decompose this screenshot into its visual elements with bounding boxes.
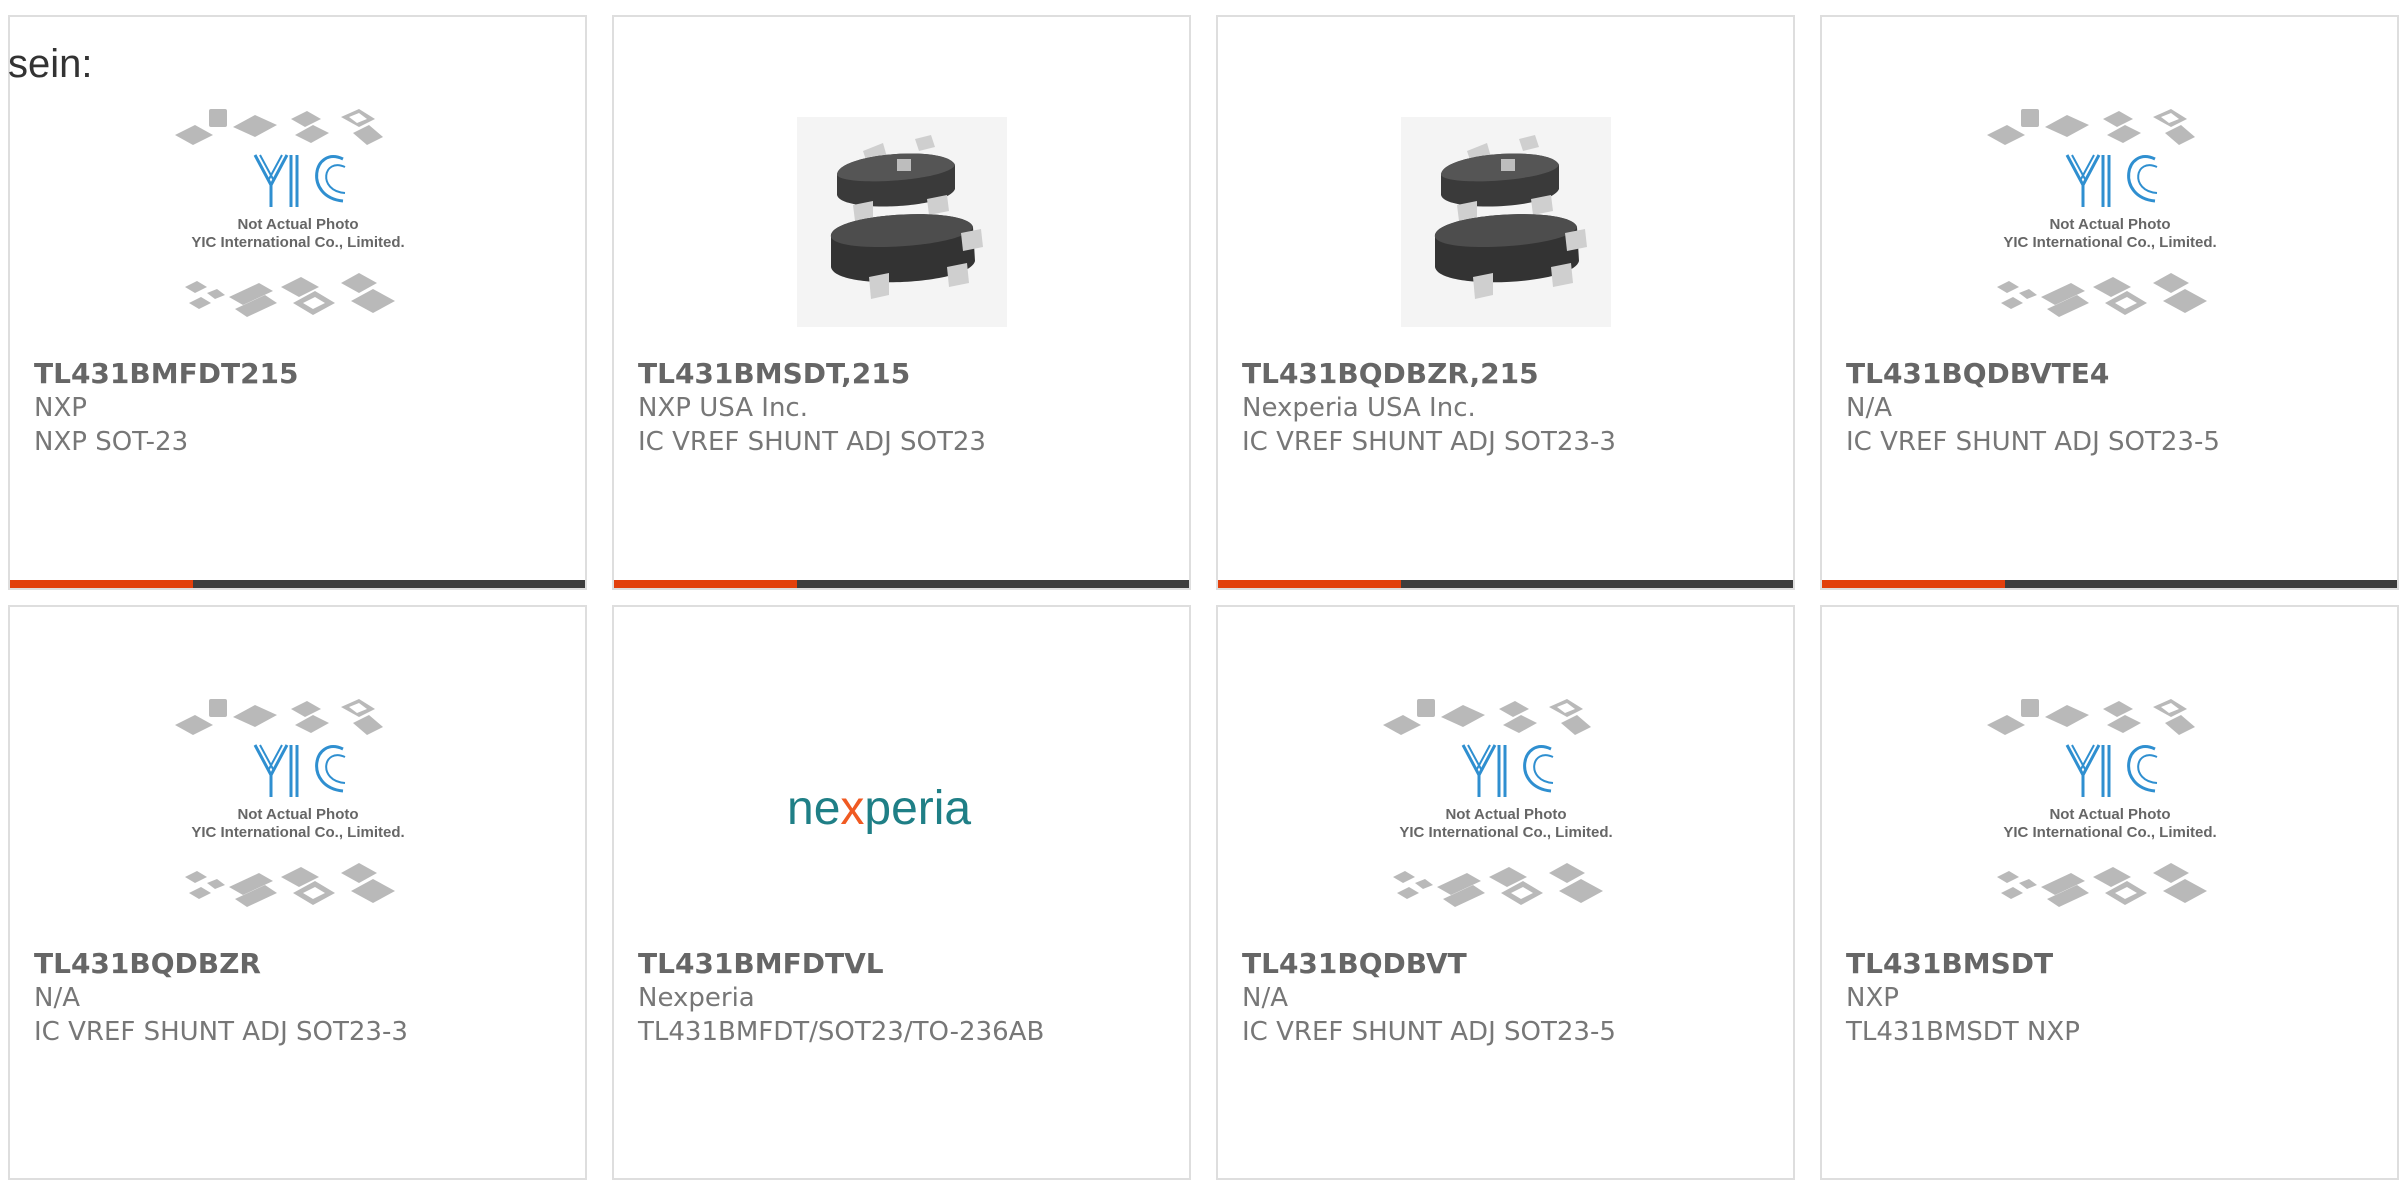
product-manufacturer: NXP USA Inc. — [638, 393, 808, 423]
card-bottom-bar — [1218, 580, 1793, 588]
product-image[interactable]: Not Actual Photo YIC International Co., … — [1218, 677, 1793, 947]
product-part-number[interactable]: TL431BQDBZR — [34, 947, 575, 981]
product-description: IC VREF SHUNT ADJ SOT23-3 — [1242, 427, 1616, 457]
product-info: TL431BQDBVTE4 N/A IC VREF SHUNT ADJ SOT23-… — [1846, 357, 2387, 459]
product-part-number[interactable]: TL431BMSDT — [1846, 947, 2387, 981]
product-manufacturer: N/A — [1242, 983, 1288, 1013]
sot23-photo-image — [796, 117, 1007, 327]
product-description: TL431BMFDT/SOT23/TO-236AB — [638, 1017, 1045, 1047]
placeholder-caption-line2: YIC International Co., Limited. — [191, 234, 404, 251]
product-image[interactable]: Not Actual Photo YIC International Co., … — [1822, 677, 2397, 947]
card-accent-bar — [1218, 580, 1401, 588]
product-description: NXP SOT-23 — [34, 427, 189, 457]
card-bottom-bar — [1822, 580, 2397, 588]
product-description: IC VREF SHUNT ADJ SOT23 — [638, 427, 986, 457]
lead-text: sein: — [8, 42, 93, 86]
product-image[interactable]: Not Actual Photo YIC International Co., … — [10, 87, 585, 357]
placeholder-caption-line2: YIC International Co., Limited. — [1399, 824, 1612, 841]
product-description: IC VREF SHUNT ADJ SOT23-5 — [1846, 427, 2220, 457]
placeholder-caption-line1: Not Actual Photo — [2049, 216, 2170, 233]
product-description: IC VREF SHUNT ADJ SOT23-3 — [34, 1017, 408, 1047]
yic-placeholder-image: Not Actual Photo YIC International Co., … — [1382, 699, 1612, 907]
product-info: TL431BQDBZR N/A IC VREF SHUNT ADJ SOT23-3 — [34, 947, 575, 1049]
product-info: TL431BMSDT NXP TL431BMSDT NXP — [1846, 947, 2387, 1049]
placeholder-caption-line1: Not Actual Photo — [1445, 806, 1566, 823]
product-card[interactable]: Not Actual Photo YIC International Co., … — [1820, 605, 2399, 1180]
product-card[interactable]: Not Actual Photo YIC International Co., … — [8, 15, 587, 590]
yic-placeholder-image: Not Actual Photo YIC International Co., … — [1986, 699, 2216, 907]
yic-placeholder-image: Not Actual Photo YIC International Co., … — [174, 109, 404, 317]
product-image[interactable]: Not Actual Photo YIC International Co., … — [1822, 87, 2397, 357]
product-card[interactable]: nexperia TL431BMFDTVL Nexperia TL431BMFDT/… — [612, 605, 1191, 1180]
card-bottom-bar — [10, 580, 585, 588]
product-part-number[interactable]: TL431BQDBVTE4 — [1846, 357, 2387, 391]
product-manufacturer: N/A — [34, 983, 80, 1013]
product-manufacturer: NXP — [1846, 983, 1899, 1013]
product-description: TL431BMSDT NXP — [1846, 1017, 2080, 1047]
product-manufacturer: Nexperia USA Inc. — [1242, 393, 1476, 423]
product-image[interactable]: Not Actual Photo YIC International Co., … — [10, 677, 585, 947]
placeholder-caption-line2: YIC International Co., Limited. — [2003, 824, 2216, 841]
product-manufacturer: N/A — [1846, 393, 1892, 423]
yic-placeholder-image: Not Actual Photo YIC International Co., … — [174, 699, 404, 907]
product-part-number[interactable]: TL431BMFDTVL — [638, 947, 1179, 981]
product-image[interactable]: nexperia — [614, 677, 1189, 947]
placeholder-caption-line2: YIC International Co., Limited. — [2003, 234, 2216, 251]
product-info: TL431BMSDT,215 NXP USA Inc. IC VREF SHUNT … — [638, 357, 1179, 459]
product-part-number[interactable]: TL431BQDBVT — [1242, 947, 1783, 981]
product-manufacturer: Nexperia — [638, 983, 755, 1013]
card-bottom-bar — [614, 580, 1189, 588]
card-accent-bar — [614, 580, 797, 588]
product-card[interactable]: Not Actual Photo YIC International Co., … — [8, 605, 587, 1180]
svg-text:nexperia: nexperia — [787, 782, 971, 835]
product-image[interactable] — [614, 87, 1189, 357]
product-part-number[interactable]: TL431BMFDT215 — [34, 357, 575, 391]
placeholder-caption-line2: YIC International Co., Limited. — [191, 824, 404, 841]
product-part-number[interactable]: TL431BMSDT,215 — [638, 357, 1179, 391]
product-card[interactable]: TL431BMSDT,215 NXP USA Inc. IC VREF SHUNT … — [612, 15, 1191, 590]
product-manufacturer: NXP — [34, 393, 87, 423]
product-grid: Not Actual Photo YIC International Co., … — [8, 15, 2399, 1180]
product-image[interactable] — [1218, 87, 1793, 357]
card-accent-bar — [1822, 580, 2005, 588]
product-info: TL431BMFDT215 NXP NXP SOT-23 — [34, 357, 575, 459]
card-accent-bar — [10, 580, 193, 588]
yic-placeholder-image: Not Actual Photo YIC International Co., … — [1986, 109, 2216, 317]
sot23-photo-image — [1400, 117, 1611, 327]
product-info: TL431BMFDTVL Nexperia TL431BMFDT/SOT23/TO-… — [638, 947, 1179, 1049]
product-card[interactable]: TL431BQDBZR,215 Nexperia USA Inc. IC VREF … — [1216, 15, 1795, 590]
product-info: TL431BQDBVT N/A IC VREF SHUNT ADJ SOT23-5 — [1242, 947, 1783, 1049]
nexperia-logo-image: nexperia — [787, 782, 971, 835]
placeholder-caption-line1: Not Actual Photo — [237, 216, 358, 233]
product-card[interactable]: Not Actual Photo YIC International Co., … — [1216, 605, 1795, 1180]
product-part-number[interactable]: TL431BQDBZR,215 — [1242, 357, 1783, 391]
product-description: IC VREF SHUNT ADJ SOT23-5 — [1242, 1017, 1616, 1047]
placeholder-caption-line1: Not Actual Photo — [2049, 806, 2170, 823]
product-card[interactable]: Not Actual Photo YIC International Co., … — [1820, 15, 2399, 590]
placeholder-caption-line1: Not Actual Photo — [237, 806, 358, 823]
product-info: TL431BQDBZR,215 Nexperia USA Inc. IC VREF … — [1242, 357, 1783, 459]
